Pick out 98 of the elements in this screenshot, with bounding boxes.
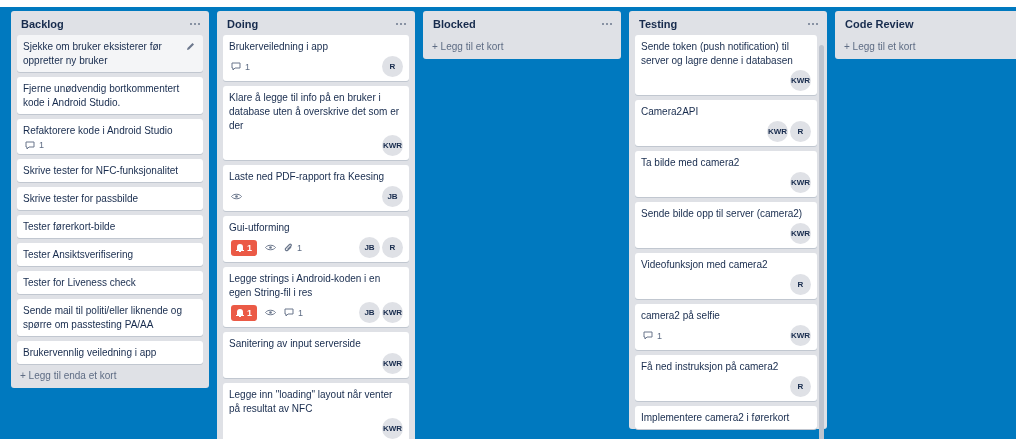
- task-card[interactable]: Brukervennlig veiledning i app: [17, 341, 203, 364]
- card-title: Brukervennlig veiledning i app: [23, 346, 158, 360]
- bell-icon: [236, 243, 244, 252]
- task-card[interactable]: Legge strings i Android-koden i en egen String-fil i res 1 1 JB KWR: [223, 267, 409, 327]
- add-card-link[interactable]: + Legg til enda et kort: [11, 364, 209, 388]
- speech-bubble-icon: [643, 331, 653, 340]
- card-title: Implementere camera2 i førerkort: [641, 411, 791, 425]
- card-title: Tester Ansiktsverifisering: [23, 248, 135, 262]
- list-title: Backlog: [21, 18, 64, 30]
- member-avatar[interactable]: KWR: [382, 353, 403, 374]
- card-title: Refaktorere kode i Android Studio: [23, 124, 174, 138]
- member-avatar[interactable]: JB: [359, 302, 380, 323]
- list-title: Doing: [227, 18, 259, 30]
- card-title: Laste ned PDF-rapport fra Keesing: [229, 170, 386, 184]
- comment-count: 1: [231, 61, 250, 72]
- member-avatar[interactable]: KWR: [790, 70, 811, 91]
- task-card[interactable]: Camera2API KWR R: [635, 100, 817, 146]
- card-title: Fjerne unødvendig bortkommentert kode i Android Studio.: [23, 82, 181, 110]
- comment-count: 1: [284, 307, 304, 318]
- add-card-link[interactable]: + Legg til et kort: [423, 35, 621, 59]
- member-avatar[interactable]: KWR: [382, 135, 403, 156]
- task-card[interactable]: Sjekke om bruker eksisterer før oppretter ny bruker: [17, 35, 203, 72]
- task-card[interactable]: Implementere camera2 i førerkort: [635, 406, 817, 429]
- task-card[interactable]: Videofunksjon med camera2 R: [635, 253, 817, 299]
- card-title: Legge strings i Android-koden i en egen String-fil i res: [229, 272, 382, 300]
- speech-bubble-icon: [25, 140, 35, 150]
- card-title: Klare å legge til info på en bruker i database uten å overskrive det som er der: [229, 91, 401, 133]
- task-card[interactable]: Sende mail til politi/eller liknende og spørre om passtesting PA/AA: [17, 299, 203, 336]
- card-title: Gui-utforming: [229, 221, 291, 235]
- member-avatar[interactable]: KWR: [382, 302, 403, 323]
- list-title: Blocked: [433, 18, 476, 30]
- card-title: Skrive tester for passbilde: [23, 192, 140, 206]
- task-card[interactable]: Legge inn "loading" layout når venter på resultat av NFC KWR: [223, 383, 409, 439]
- more-icon[interactable]: [807, 22, 819, 26]
- card-title: Videofunksjon med camera2: [641, 258, 769, 272]
- task-card[interactable]: Sanitering av input serverside KWR: [223, 332, 409, 378]
- task-card[interactable]: Få ned instruksjon på camera2 R: [635, 355, 817, 401]
- card-title: Få ned instruksjon på camera2: [641, 360, 780, 374]
- member-avatar[interactable]: JB: [359, 237, 380, 258]
- more-icon[interactable]: [601, 22, 613, 26]
- list-title: Testing: [639, 18, 678, 30]
- eye-icon: [231, 193, 242, 200]
- scrollbar[interactable]: [819, 45, 824, 439]
- member-avatar[interactable]: KWR: [790, 223, 811, 244]
- task-card[interactable]: Sende bilde opp til server (camera2) KWR: [635, 202, 817, 248]
- more-icon[interactable]: [395, 22, 407, 26]
- task-card[interactable]: Refaktorere kode i Android Studio 1: [17, 119, 203, 154]
- member-avatar[interactable]: R: [382, 237, 403, 258]
- list-title: Code Review: [845, 18, 914, 30]
- comment-count: 1: [643, 330, 662, 341]
- card-title: Sjekke om bruker eksisterer før oppretter ny bruker: [23, 40, 163, 68]
- member-avatar[interactable]: R: [790, 121, 811, 142]
- member-avatar[interactable]: JB: [382, 186, 403, 207]
- notification-badge: 1: [231, 239, 257, 256]
- eye-icon: [265, 309, 276, 316]
- member-avatar[interactable]: R: [790, 274, 811, 295]
- task-card[interactable]: Tester for Liveness check: [17, 271, 203, 294]
- task-card[interactable]: Skrive tester for NFC-funksjonalitet: [17, 159, 203, 182]
- card-title: Legge inn "loading" layout når venter på resultat av NFC: [229, 388, 394, 416]
- member-avatar[interactable]: R: [790, 376, 811, 397]
- member-avatar[interactable]: KWR: [382, 418, 403, 439]
- speech-bubble-icon: [284, 308, 294, 317]
- card-title: Camera2API: [641, 105, 700, 119]
- speech-bubble-icon: [231, 62, 241, 71]
- task-card[interactable]: Brukerveiledning i app 1 R: [223, 35, 409, 81]
- card-title: Sende token (push notification) til server og lagre denne i databasen: [641, 40, 794, 68]
- eye-icon: [265, 244, 276, 251]
- task-card[interactable]: Laste ned PDF-rapport fra Keesing JB: [223, 165, 409, 211]
- member-avatar[interactable]: KWR: [790, 325, 811, 346]
- task-card[interactable]: Klare å legge til info på en bruker i database uten å overskrive det som er der KWR: [223, 86, 409, 160]
- bell-icon: [236, 308, 244, 317]
- attachment-count: 1: [284, 242, 303, 253]
- notification-badge: 1: [231, 304, 257, 321]
- card-title: Sende bilde opp til server (camera2): [641, 207, 804, 221]
- task-card[interactable]: Tester førerkort-bilde: [17, 215, 203, 238]
- card-title: camera2 på selfie: [641, 309, 721, 323]
- member-avatar[interactable]: KWR: [790, 172, 811, 193]
- task-card[interactable]: Fjerne unødvendig bortkommentert kode i Android Studio.: [17, 77, 203, 114]
- task-card[interactable]: camera2 på selfie 1 KWR: [635, 304, 817, 350]
- card-title: Tester førerkort-bilde: [23, 220, 117, 234]
- card-title: Sende mail til politi/eller liknende og spørre om passtesting PA/AA: [23, 304, 183, 332]
- member-avatar[interactable]: KWR: [767, 121, 788, 142]
- add-card-link[interactable]: + Legg til et kort: [835, 35, 1016, 59]
- task-card[interactable]: Skrive tester for passbilde: [17, 187, 203, 210]
- comment-count: 1: [25, 140, 44, 150]
- card-title: Sanitering av input serverside: [229, 337, 362, 351]
- more-icon[interactable]: [189, 22, 201, 26]
- task-card[interactable]: Ta bilde med camera2 KWR: [635, 151, 817, 197]
- task-card[interactable]: Gui-utforming 1 1 JB R: [223, 216, 409, 262]
- card-title: Tester for Liveness check: [23, 276, 137, 290]
- card-title: Brukerveiledning i app: [229, 40, 329, 54]
- card-title: Ta bilde med camera2: [641, 156, 741, 170]
- card-title: Skrive tester for NFC-funksjonalitet: [23, 164, 180, 178]
- task-card[interactable]: Sende token (push notification) til server og lagre denne i databasen KWR: [635, 35, 817, 95]
- pencil-icon[interactable]: [186, 42, 195, 51]
- paperclip-icon: [284, 242, 293, 253]
- task-card[interactable]: Tester Ansiktsverifisering: [17, 243, 203, 266]
- member-avatar[interactable]: R: [382, 56, 403, 77]
